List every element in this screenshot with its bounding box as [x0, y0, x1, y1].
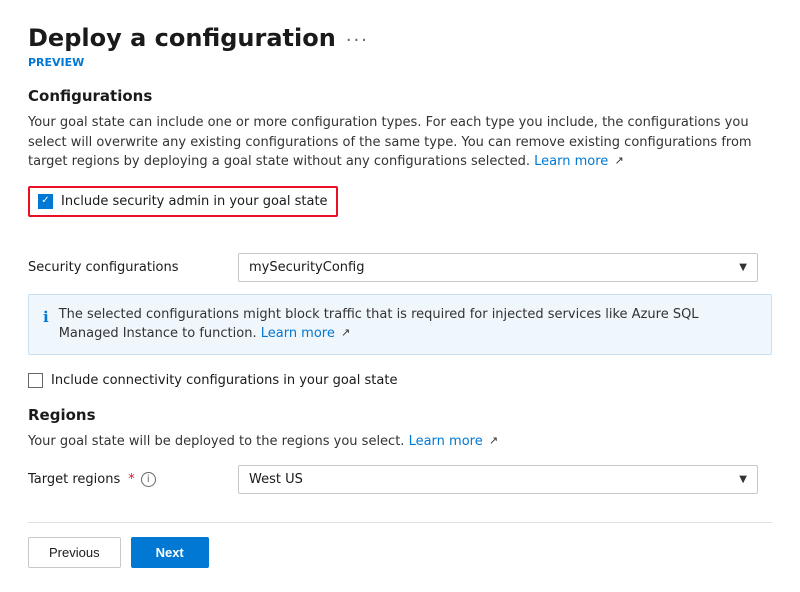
footer: Previous Next [28, 522, 772, 568]
info-learn-more-external-icon: ↗ [341, 325, 350, 342]
target-regions-info-icon[interactable]: i [141, 472, 156, 487]
security-admin-checkbox-label: Include security admin in your goal stat… [61, 194, 328, 209]
security-config-label: Security configurations [28, 260, 238, 275]
target-regions-dropdown[interactable]: West US ▼ [238, 465, 758, 494]
page-title: Deploy a configuration [28, 24, 336, 52]
security-config-dropdown[interactable]: mySecurityConfig ▼ [238, 253, 758, 282]
regions-learn-more-external-icon: ↗ [489, 433, 498, 450]
target-regions-row: Target regions * i West US ▼ [28, 465, 772, 494]
configurations-section-title: Configurations [28, 87, 772, 105]
configurations-learn-more-link[interactable]: Learn more [534, 154, 608, 169]
regions-section: Regions Your goal state will be deployed… [28, 406, 772, 495]
target-regions-label: Target regions * i [28, 472, 238, 487]
info-box-learn-more-link[interactable]: Learn more [261, 326, 335, 341]
security-config-value: mySecurityConfig [249, 260, 364, 275]
security-info-box: ℹ The selected configurations might bloc… [28, 294, 772, 355]
checkbox-check-icon: ✓ [41, 196, 49, 206]
regions-description: Your goal state will be deployed to the … [28, 432, 772, 452]
security-admin-checkbox[interactable]: ✓ [38, 194, 53, 209]
security-admin-checkbox-row[interactable]: ✓ Include security admin in your goal st… [28, 186, 338, 217]
dropdown-arrow-icon: ▼ [739, 262, 747, 273]
previous-button[interactable]: Previous [28, 537, 121, 568]
regions-section-title: Regions [28, 406, 772, 424]
regions-learn-more-link[interactable]: Learn more [409, 434, 483, 449]
target-regions-dropdown-arrow-icon: ▼ [739, 474, 747, 485]
info-box-text: The selected configurations might block … [59, 305, 757, 344]
learn-more-external-icon: ↗ [614, 153, 623, 170]
preview-badge: PREVIEW [28, 56, 772, 69]
configurations-description: Your goal state can include one or more … [28, 113, 772, 172]
target-regions-value: West US [249, 472, 303, 487]
connectivity-checkbox-row[interactable]: Include connectivity configurations in y… [28, 373, 772, 388]
configurations-section: Configurations Your goal state can inclu… [28, 87, 772, 388]
connectivity-checkbox-label: Include connectivity configurations in y… [51, 373, 397, 388]
required-asterisk: * [128, 472, 135, 487]
more-options-button[interactable]: ··· [346, 30, 369, 51]
connectivity-checkbox[interactable] [28, 373, 43, 388]
info-circle-icon: ℹ [43, 306, 49, 329]
security-config-row: Security configurations mySecurityConfig… [28, 253, 772, 282]
next-button[interactable]: Next [131, 537, 209, 568]
